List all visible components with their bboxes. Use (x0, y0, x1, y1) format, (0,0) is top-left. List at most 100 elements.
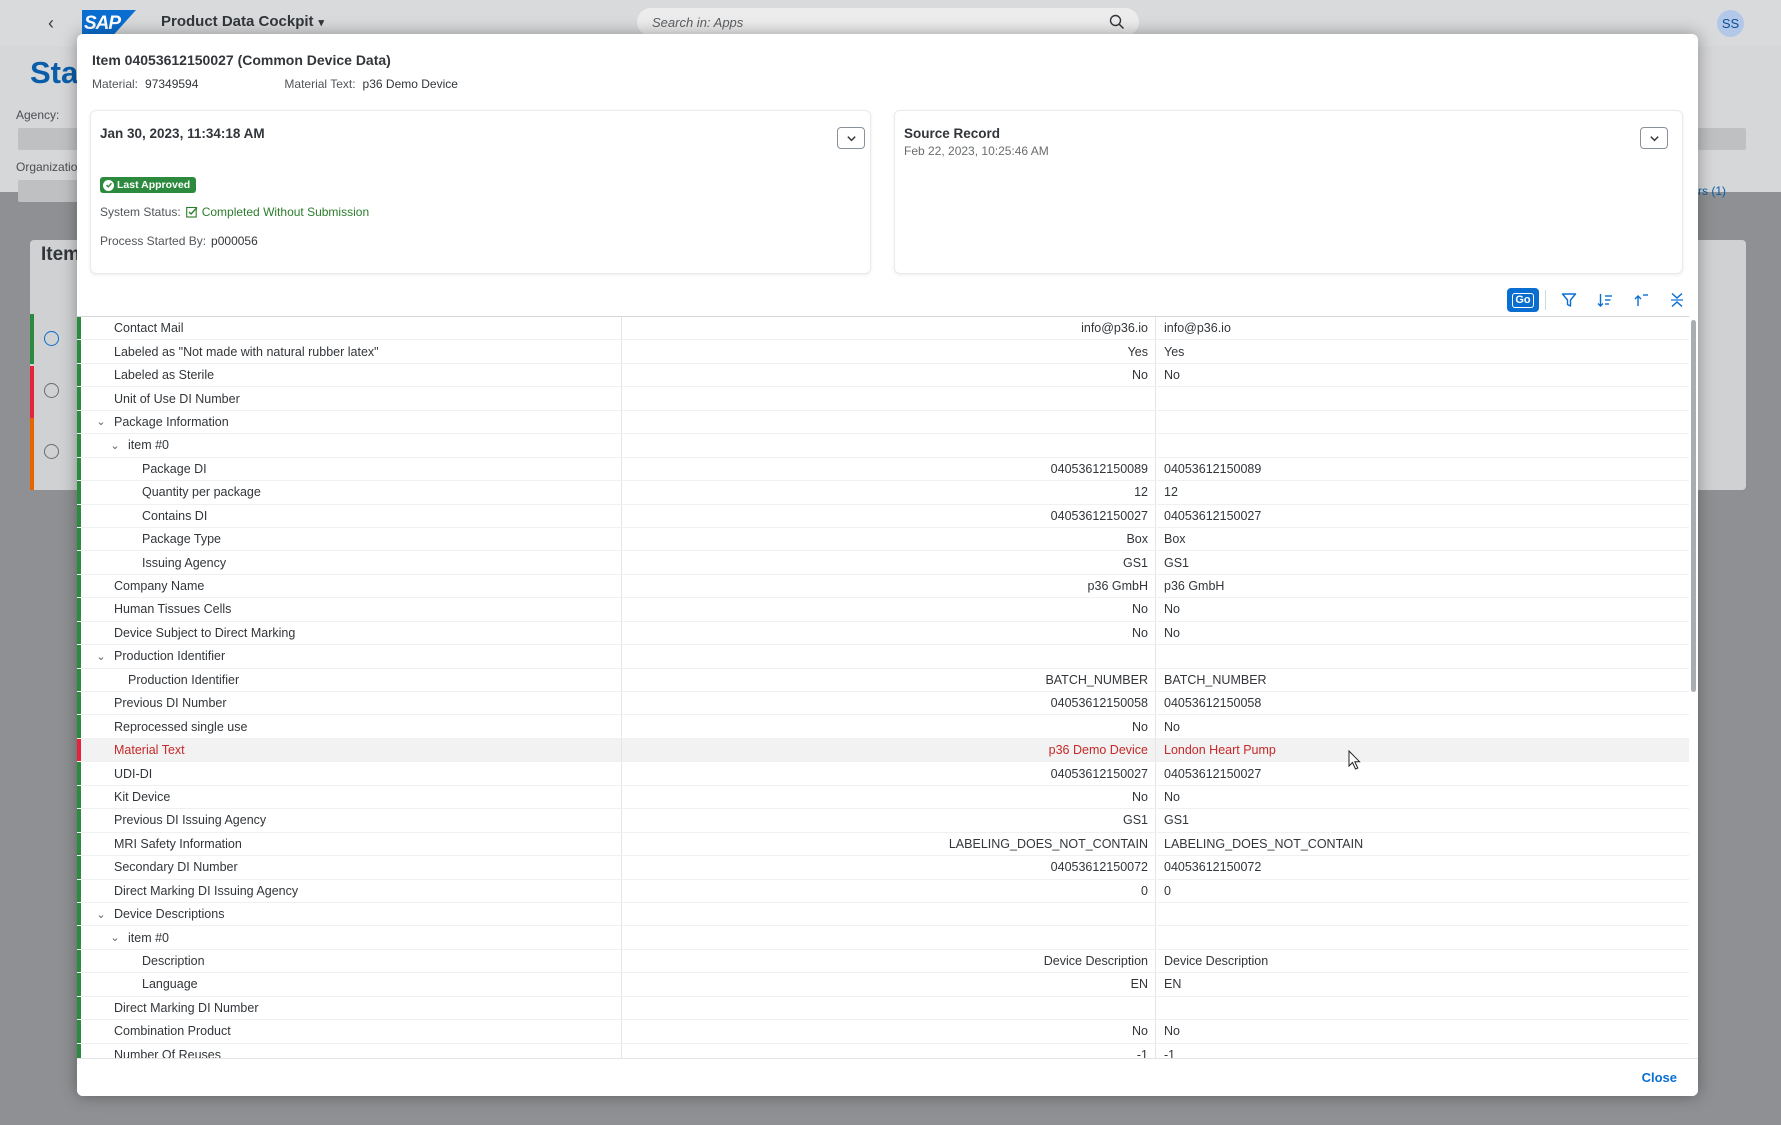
search-input[interactable]: Search in: Apps (637, 8, 1139, 36)
row-label-cell: Number Of Reuses (81, 1043, 622, 1058)
table-row[interactable]: Secondary DI Number 04053612150072 0405361… (77, 856, 1689, 880)
table-row[interactable]: Labeled as Sterile No No (77, 363, 1689, 388)
table-row[interactable]: Reprocessed single use No No (77, 715, 1689, 739)
collapse-all-icon (1671, 292, 1683, 308)
table-row[interactable]: Package DI 04053612150089 04053612150089 (77, 457, 1689, 482)
app-title-menu[interactable]: Product Data Cockpit ▾ (161, 13, 324, 30)
source-record-panel: Source Record Feb 22, 2023, 10:25:46 AM (894, 110, 1683, 274)
mouse-pointer-icon (1348, 750, 1361, 770)
sap-logo: SAP (82, 10, 136, 37)
back-arrow-icon[interactable]: ‹ (40, 12, 62, 34)
table-row[interactable]: Material Text p36 Demo Device London Heart… (77, 738, 1689, 763)
source-value-cell: London Heart Pump (1164, 743, 1276, 758)
row-indicator-red (30, 366, 34, 418)
check-circle-icon (103, 179, 114, 191)
expand-toggle-icon[interactable]: ⌄ (95, 415, 107, 428)
table-row[interactable]: Combination Product No No (77, 1020, 1689, 1044)
table-row[interactable]: Issuing Agency GS1 GS1 (77, 551, 1689, 575)
table-row[interactable]: Contact Mail info@p36.io info@p36.io (77, 317, 1689, 341)
filter-button[interactable] (1556, 288, 1582, 312)
source-value-cell: 04053612150089 (1164, 461, 1262, 476)
table-row[interactable]: Labeled as "Not made with natural rubber… (77, 340, 1689, 364)
table-row[interactable]: Contains DI 04053612150027 04053612150027 (77, 504, 1689, 528)
table-row[interactable]: Human Tissues Cells No No (77, 598, 1689, 622)
table-row[interactable]: Direct Marking DI Number (77, 996, 1689, 1021)
expand-toggle-icon[interactable]: ⌄ (109, 931, 121, 944)
table-row[interactable]: Production Identifier BATCH_NUMBER BATCH_N… (77, 668, 1689, 692)
row-label-cell: Production Identifier (81, 668, 622, 691)
expand-toggle-icon[interactable]: ⌄ (95, 650, 107, 663)
system-status-value: Completed Without Submission (201, 205, 370, 219)
row-label: Unit of Use DI Number (114, 391, 240, 406)
table-row[interactable]: MRI Safety Information LABELING_DOES_NOT_… (77, 832, 1689, 857)
approved-value-cell: 04053612150058 (622, 692, 1156, 715)
go-button[interactable]: Go (1507, 288, 1539, 312)
row-label-cell: Device Subject to Direct Marking (81, 621, 622, 645)
expand-toggle-icon[interactable]: ⌄ (109, 439, 121, 452)
row-label-cell: ⌄ Package Information (81, 410, 622, 434)
table-row[interactable]: Company Name p36 GmbH p36 GmbH (77, 574, 1689, 599)
table-row[interactable]: Device Subject to Direct Marking No No (77, 621, 1689, 646)
search-icon[interactable] (1109, 14, 1125, 30)
items-title: Item (41, 244, 81, 265)
source-value-cell: p36 GmbH (1164, 579, 1225, 594)
source-value-cell: No (1164, 368, 1180, 383)
scrollbar-thumb[interactable] (1691, 320, 1696, 692)
close-button[interactable]: Close (1642, 1070, 1677, 1085)
row-label-cell: Material Text (81, 738, 622, 762)
comparison-tree-table: Contact Mail info@p36.io info@p36.io Labele… (77, 316, 1689, 1058)
status-badge: Last Approved (100, 177, 197, 193)
approved-value-cell: Box (622, 527, 1156, 551)
approved-value-cell: GS1 (622, 551, 1156, 574)
approved-value-cell: p36 GmbH (622, 574, 1156, 598)
approved-value-cell (622, 645, 1156, 668)
row-radio-1[interactable] (44, 331, 59, 346)
approved-value-cell: LABELING_DOES_NOT_CONTAIN (622, 832, 1156, 856)
collapse-all-button[interactable] (1664, 288, 1690, 312)
filter-dropdown[interactable] (1698, 128, 1746, 150)
table-row[interactable]: Number Of Reuses -1 -1 (77, 1043, 1689, 1058)
table-row[interactable]: ⌄ Production Identifier (77, 645, 1689, 669)
system-status: System Status: Completed Without Submiss… (100, 205, 369, 219)
table-row[interactable]: Previous DI Number 04053612150058 04053612… (77, 692, 1689, 716)
table-row[interactable]: Direct Marking DI Issuing Agency 0 0 (77, 879, 1689, 903)
agency-input[interactable] (18, 128, 78, 150)
organization-input[interactable] (18, 180, 78, 202)
row-indicator-orange (30, 418, 34, 490)
row-label: Package Information (114, 414, 229, 429)
sort-button[interactable] (1592, 288, 1618, 312)
expand-source-button[interactable] (1640, 127, 1668, 149)
row-label-cell: ⌄ Production Identifier (81, 645, 622, 668)
source-value-cell: 04053612150027 (1164, 766, 1262, 781)
table-row[interactable]: ⌄ item #0 (77, 434, 1689, 458)
expand-approved-button[interactable] (837, 127, 865, 149)
row-label: Quantity per package (142, 485, 261, 500)
source-value-cell: No (1164, 789, 1180, 804)
expand-toggle-icon[interactable]: ⌄ (95, 908, 107, 921)
vertical-scrollbar[interactable] (1689, 316, 1697, 1058)
toolbar-separator (1545, 290, 1546, 310)
table-row[interactable]: ⌄ Device Descriptions (77, 902, 1689, 927)
table-row[interactable]: Description Device Description Device Desc… (77, 949, 1689, 974)
table-row[interactable]: ⌄ item #0 (77, 926, 1689, 950)
avatar[interactable]: SS (1717, 10, 1744, 37)
table-toolbar: Go (1507, 288, 1698, 312)
chevron-down-icon (1649, 135, 1659, 141)
table-row[interactable]: Quantity per package 12 12 (77, 481, 1689, 505)
source-value-cell: info@p36.io (1164, 321, 1231, 336)
table-row[interactable]: Unit of Use DI Number (77, 387, 1689, 411)
table-row[interactable]: Previous DI Issuing Agency GS1 GS1 (77, 809, 1689, 833)
table-row[interactable]: Package Type Box Box (77, 527, 1689, 552)
table-row[interactable]: UDI-DI 04053612150027 04053612150027 (77, 762, 1689, 786)
row-label-cell: Reprocessed single use (81, 715, 622, 738)
table-row[interactable]: Kit Device No No (77, 785, 1689, 810)
row-radio-3[interactable] (44, 444, 59, 459)
approved-value-cell: Device Description (622, 949, 1156, 973)
row-label-cell: Package Type (81, 527, 622, 551)
row-label: Previous DI Issuing Agency (114, 813, 267, 828)
table-row[interactable]: Language EN EN (77, 973, 1689, 997)
row-label: Secondary DI Number (114, 860, 238, 875)
row-radio-2[interactable] (44, 383, 59, 398)
scroll-top-button[interactable] (1628, 288, 1654, 312)
table-row[interactable]: ⌄ Package Information (77, 410, 1689, 435)
